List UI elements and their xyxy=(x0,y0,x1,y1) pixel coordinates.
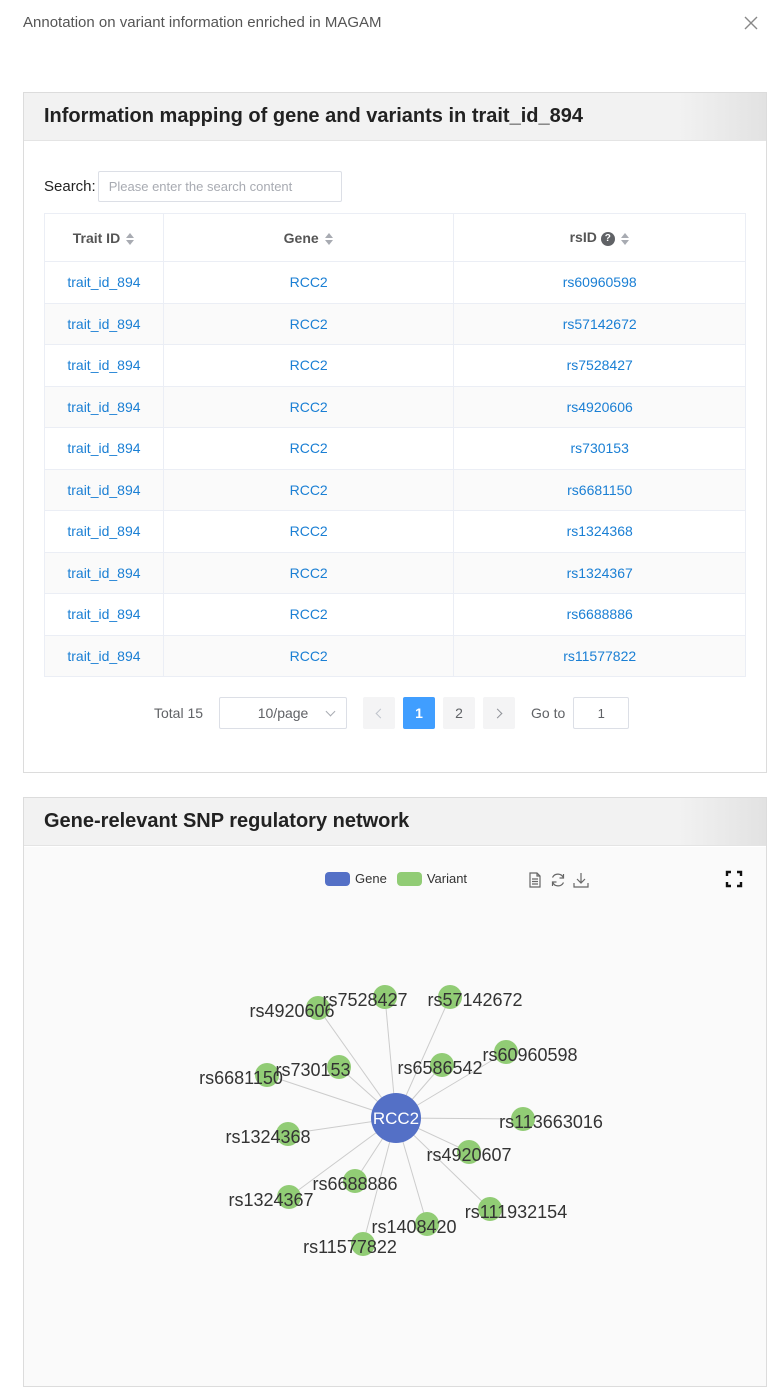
page-button-2[interactable]: 2 xyxy=(443,697,476,729)
cell-gene[interactable]: RCC2 xyxy=(162,593,455,636)
variant-label: rs6681150 xyxy=(199,1068,283,1088)
column-header-trait-id[interactable]: Trait ID xyxy=(44,213,164,262)
cell-gene[interactable]: RCC2 xyxy=(162,634,455,677)
page-button-1[interactable]: 1 xyxy=(403,697,436,729)
close-icon[interactable] xyxy=(742,14,760,32)
prev-page-button[interactable] xyxy=(363,697,396,729)
variant-label: rs60960598 xyxy=(482,1045,577,1065)
cell-trait-id[interactable]: trait_id_894 xyxy=(44,385,164,428)
cell-trait-id[interactable]: trait_id_894 xyxy=(44,593,164,636)
table-row: trait_id_894 RCC2 rs6681150 xyxy=(44,468,746,511)
mapping-table: Trait ID Gene rsID? trait_id_894 RCC2 rs60… xyxy=(44,213,746,677)
cell-trait-id[interactable]: trait_id_894 xyxy=(44,468,164,511)
variant-label: rs6586542 xyxy=(397,1058,482,1078)
table-row: trait_id_894 RCC2 rs11577822 xyxy=(44,634,746,677)
network-card: Gene-relevant SNP regulatory network Gen… xyxy=(23,797,767,1387)
variant-label: rs1324367 xyxy=(228,1190,313,1210)
table-header-row: Trait ID Gene rsID? xyxy=(44,213,746,262)
cell-rsid[interactable]: rs6681150 xyxy=(453,468,746,511)
cell-gene[interactable]: RCC2 xyxy=(162,302,455,345)
cell-trait-id[interactable]: trait_id_894 xyxy=(44,551,164,594)
dialog-title: Annotation on variant information enrich… xyxy=(23,14,382,31)
cell-trait-id[interactable]: trait_id_894 xyxy=(44,302,164,345)
goto-label: Go to xyxy=(531,705,566,721)
mapping-card: Information mapping of gene and variants… xyxy=(23,92,767,773)
search-row: Search: xyxy=(44,171,342,202)
variant-label: rs7528427 xyxy=(322,990,407,1010)
cell-rsid[interactable]: rs1324368 xyxy=(453,510,746,553)
cell-rsid[interactable]: rs60960598 xyxy=(453,261,746,304)
sort-icon[interactable] xyxy=(324,232,334,245)
sort-icon[interactable] xyxy=(620,232,630,245)
chevron-right-icon xyxy=(492,708,503,718)
cell-trait-id[interactable]: trait_id_894 xyxy=(44,634,164,677)
cell-rsid[interactable]: rs4920606 xyxy=(453,385,746,428)
column-label: rsID xyxy=(569,229,597,246)
variant-label: rs1324368 xyxy=(225,1127,310,1147)
network-graph[interactable]: rs7528427 rs57142672rs4920606rs60960598rs… xyxy=(24,847,766,1386)
next-page-button[interactable] xyxy=(483,697,516,729)
cell-gene[interactable]: RCC2 xyxy=(162,468,455,511)
column-header-rsid[interactable]: rsID? xyxy=(453,213,746,262)
table-row: trait_id_894 RCC2 rs57142672 xyxy=(44,302,746,345)
mapping-title: Information mapping of gene and variants… xyxy=(44,105,583,127)
cell-rsid[interactable]: rs730153 xyxy=(453,427,746,470)
variant-label: rs4920606 xyxy=(249,1001,334,1021)
variant-label: rs111932154 xyxy=(465,1202,567,1222)
cell-gene[interactable]: RCC2 xyxy=(162,344,455,387)
network-title: Gene-relevant SNP regulatory network xyxy=(44,810,410,832)
table-row: trait_id_894 RCC2 rs4920606 xyxy=(44,385,746,428)
help-icon[interactable]: ? xyxy=(600,231,615,246)
column-label: Gene xyxy=(283,229,319,246)
cell-trait-id[interactable]: trait_id_894 xyxy=(44,427,164,470)
network-card-header: Gene-relevant SNP regulatory network xyxy=(24,798,766,846)
variant-label: rs1408420 xyxy=(371,1217,456,1237)
gene-label: RCC2 xyxy=(373,1109,419,1128)
variant-label: rs730153 xyxy=(275,1060,350,1080)
variant-label: rs11577822 xyxy=(303,1237,397,1257)
sort-icon[interactable] xyxy=(126,232,135,245)
cell-rsid[interactable]: rs6688886 xyxy=(453,593,746,636)
table-row: trait_id_894 RCC2 rs1324367 xyxy=(44,551,746,594)
pagination: Total 15 10/page 1 2 Go to xyxy=(154,697,630,729)
table-row: trait_id_894 RCC2 rs6688886 xyxy=(44,593,746,636)
cell-gene[interactable]: RCC2 xyxy=(162,261,455,304)
chevron-left-icon xyxy=(375,708,386,718)
chevron-down-icon xyxy=(325,706,336,717)
mapping-card-header: Information mapping of gene and variants… xyxy=(24,93,766,141)
cell-rsid[interactable]: rs1324367 xyxy=(453,551,746,594)
cell-trait-id[interactable]: trait_id_894 xyxy=(44,510,164,553)
cell-gene[interactable]: RCC2 xyxy=(162,385,455,428)
cell-gene[interactable]: RCC2 xyxy=(162,427,455,470)
cell-gene[interactable]: RCC2 xyxy=(162,510,455,553)
search-input[interactable] xyxy=(97,171,342,202)
cell-rsid[interactable]: rs57142672 xyxy=(453,302,746,345)
table-row: trait_id_894 RCC2 rs7528427 xyxy=(44,344,746,387)
column-label: Trait ID xyxy=(72,229,121,246)
cell-rsid[interactable]: rs11577822 xyxy=(453,634,746,677)
table-row: trait_id_894 RCC2 rs730153 xyxy=(44,427,746,470)
cell-gene[interactable]: RCC2 xyxy=(162,551,455,594)
page-size-value: 10/page xyxy=(257,705,309,721)
table-row: trait_id_894 RCC2 rs1324368 xyxy=(44,510,746,553)
variant-label: rs4920607 xyxy=(426,1145,511,1165)
cell-rsid[interactable]: rs7528427 xyxy=(453,344,746,387)
variant-label: rs57142672 xyxy=(427,990,522,1010)
page-size-select[interactable]: 10/page xyxy=(219,697,348,729)
variant-label: rs113663016 xyxy=(499,1112,603,1132)
variant-label: rs6688886 xyxy=(312,1174,397,1194)
network-chart[interactable]: Gene Variant rs7528427 rs57142672 rs492060… xyxy=(24,847,766,1386)
cell-trait-id[interactable]: trait_id_894 xyxy=(44,344,164,387)
column-header-gene[interactable]: Gene xyxy=(162,213,455,262)
table-row: trait_id_894 RCC2 rs60960598 xyxy=(44,261,746,304)
goto-page-input[interactable] xyxy=(573,697,630,729)
cell-trait-id[interactable]: trait_id_894 xyxy=(44,261,164,304)
search-label: Search: xyxy=(44,178,96,195)
pagination-total: Total 15 xyxy=(154,705,204,721)
